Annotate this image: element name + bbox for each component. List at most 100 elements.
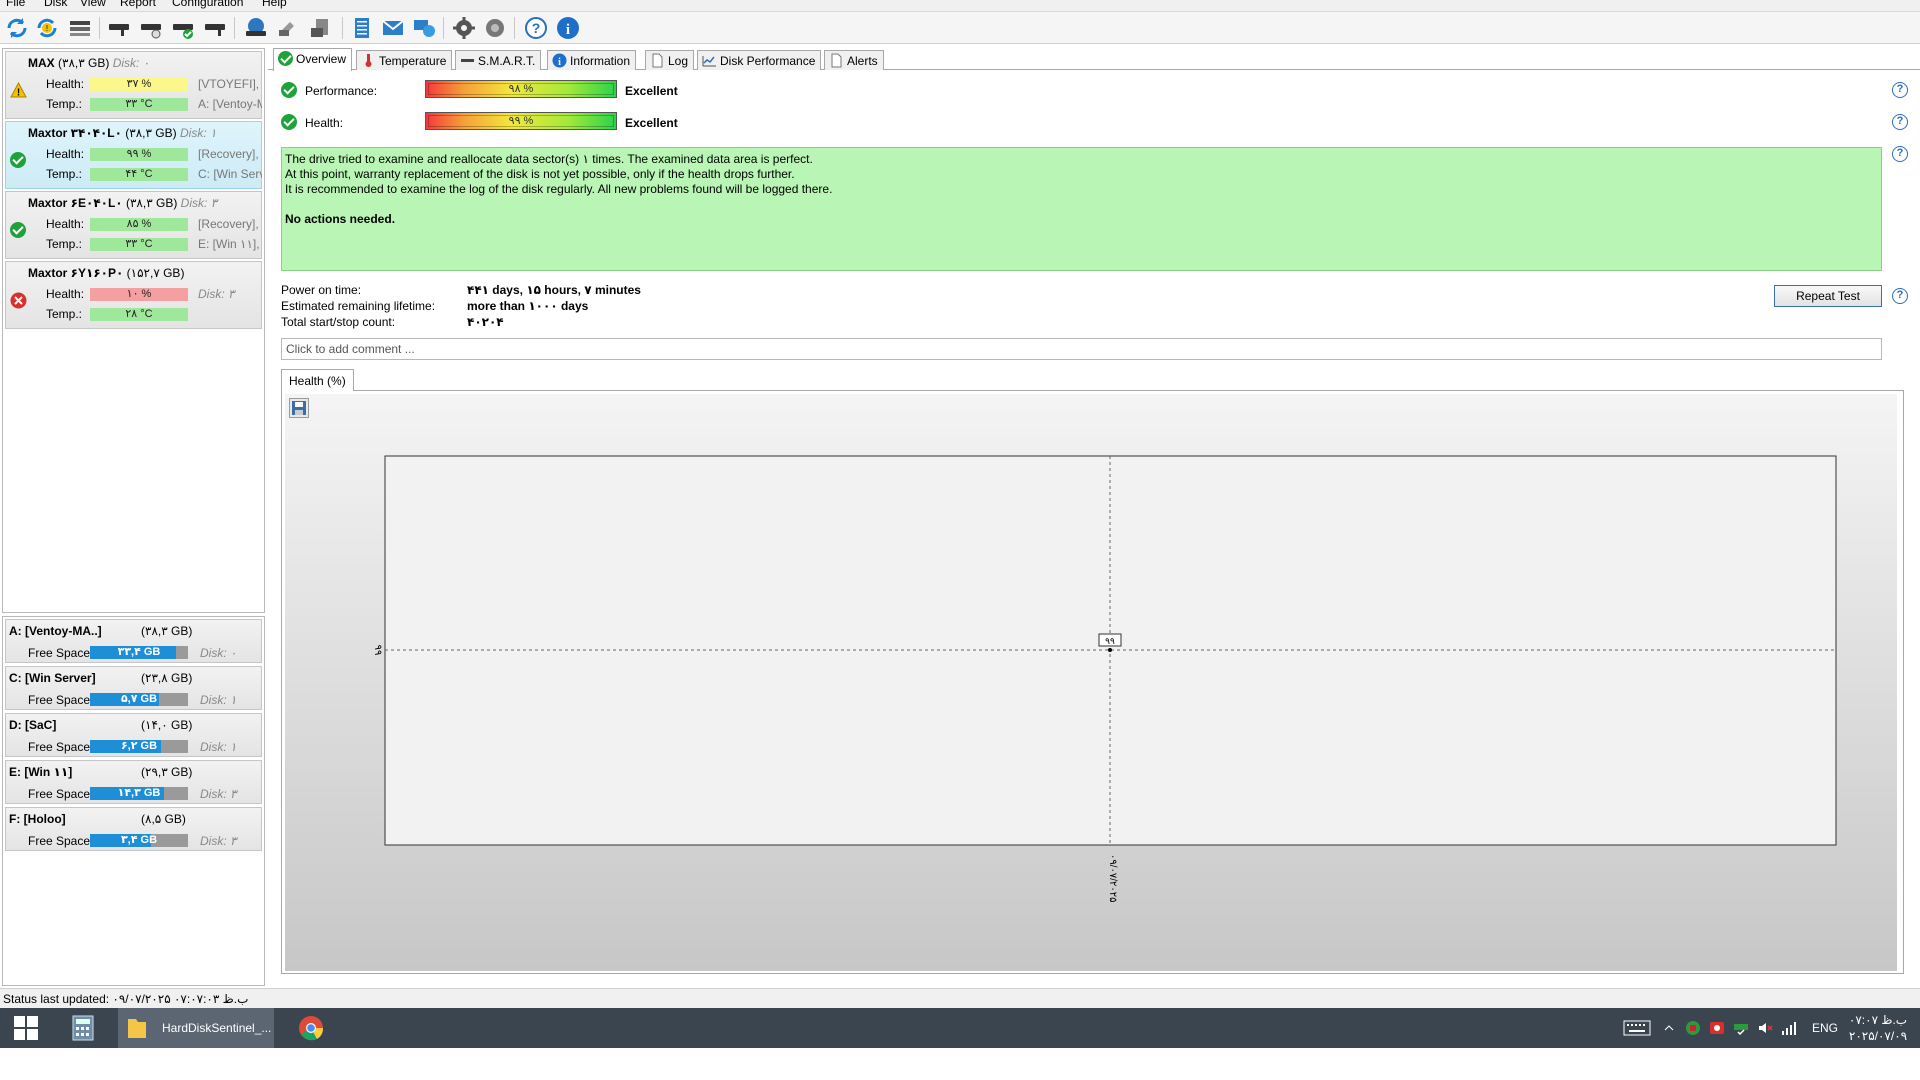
- menu-disk[interactable]: Disk: [44, 0, 67, 9]
- disk-list-icon[interactable]: [67, 15, 93, 41]
- volume-size: (۲۹,۳ GB): [141, 765, 193, 779]
- comment-field[interactable]: Click to add comment ...: [281, 338, 1882, 360]
- harddisksentinel-taskbar-button[interactable]: HardDiskSentinel_...: [118, 1008, 274, 1048]
- free-space-label: Free Space: [28, 740, 91, 754]
- free-space-bar: ۳۳,۴ GB: [90, 646, 188, 659]
- volume-disk: Disk: ۳: [200, 787, 237, 801]
- volume-size: (۲۳,۸ GB): [141, 671, 193, 685]
- globe-disk-icon[interactable]: [243, 15, 269, 41]
- keyboard-icon[interactable]: [1622, 1008, 1652, 1048]
- health-bar: ۸۵ %: [90, 218, 188, 231]
- volume-card[interactable]: D: [SaC] (۱۴,۰ GB) Free Space ۶,۲ GB Dis…: [5, 713, 262, 757]
- health-value: ۹۹ %: [126, 148, 152, 160]
- refresh-icon[interactable]: [4, 15, 30, 41]
- tab-smart[interactable]: S.M.A.R.T.: [455, 50, 542, 70]
- menu-view[interactable]: View: [80, 0, 106, 9]
- status-bar: Status last updated: ۰۹/۰۷/۲۰۲۵ ۰۷:۰۷:۰۳…: [0, 988, 1920, 1008]
- help-icon[interactable]: ?: [1892, 288, 1908, 304]
- gear-icon[interactable]: [451, 15, 477, 41]
- help-icon[interactable]: ?: [1892, 114, 1908, 130]
- tab-health-graph[interactable]: Health (%): [281, 369, 354, 391]
- volume-size: (۱۴,۰ GB): [141, 718, 193, 732]
- health-ok-icon: [281, 114, 297, 130]
- disk-name: Maxtor ۳۴۰۴۰L۰: [28, 126, 122, 140]
- disk-search-icon[interactable]: [202, 15, 228, 41]
- tab-log[interactable]: Log: [645, 50, 695, 70]
- refresh-warning-icon[interactable]: !: [34, 15, 60, 41]
- health-label: Health:: [305, 116, 344, 130]
- disk-card[interactable]: MAX (۳۸,۳ GB) Disk: ۰ ! Health: ۳۷ % [VT…: [5, 51, 262, 119]
- desktop-strip: [0, 1048, 1920, 1080]
- toolbar: ! ? i: [0, 12, 1920, 44]
- disk-card[interactable]: Maxtor ۶Y۱۶۰P۰ (۱۵۲,۷ GB) Health: ۱۰ % D…: [5, 261, 262, 329]
- tab-overview[interactable]: Overview: [273, 48, 353, 71]
- free-space-value: ۱۴,۳ GB: [117, 787, 161, 799]
- health-bar: ۱۰ %: [90, 288, 188, 301]
- temp-label: Temp.:: [46, 237, 83, 251]
- volume-card[interactable]: E: [Win ۱۱] (۲۹,۳ GB) Free Space ۱۴,۳ GB…: [5, 760, 262, 804]
- free-space-bar: ۶,۲ GB: [90, 740, 188, 753]
- volume-info: C: [Win Server: [198, 167, 262, 181]
- repeat-test-button[interactable]: Repeat Test: [1774, 285, 1882, 307]
- tab-disk-performance[interactable]: Disk Performance: [697, 50, 822, 70]
- tab-label: Information: [570, 54, 631, 68]
- menu-configuration[interactable]: Configuration: [172, 0, 243, 9]
- volume-card[interactable]: C: [Win Server] (۲۳,۸ GB) Free Space ۵,۷…: [5, 666, 262, 710]
- mail-icon[interactable]: [380, 15, 406, 41]
- menu-help[interactable]: Help: [262, 0, 287, 9]
- network-signal-icon[interactable]: [1780, 1008, 1798, 1048]
- start-button[interactable]: [8, 1008, 44, 1048]
- svg-text:!: !: [46, 24, 48, 33]
- volume-card[interactable]: A: [Ventoy-MA..] (۳۸,۳ GB) Free Space ۳۳…: [5, 619, 262, 663]
- tray-disk-sentinel-icon[interactable]: [1732, 1008, 1750, 1048]
- menu-file[interactable]: File: [6, 0, 25, 9]
- tools-icon[interactable]: [275, 15, 301, 41]
- disk-name: Maxtor ۶E۰۴۰L۰: [28, 196, 123, 210]
- tab-temperature[interactable]: Temperature: [356, 50, 453, 70]
- disk-number: Disk: ۳: [180, 196, 218, 210]
- help-icon[interactable]: ?: [1892, 146, 1908, 162]
- tab-alerts[interactable]: Alerts: [824, 50, 884, 70]
- disk-icon[interactable]: [106, 15, 132, 41]
- temp-value: ۲۸ °C: [125, 308, 153, 320]
- help-icon[interactable]: ?: [1892, 82, 1908, 98]
- status-message-box: The drive tried to examine and reallocat…: [281, 147, 1882, 271]
- disk-size: (۳۸,۳ GB): [125, 126, 177, 140]
- menu-report[interactable]: Report: [120, 0, 156, 9]
- tab-information[interactable]: i Information: [547, 50, 637, 70]
- calculator-taskbar-button[interactable]: [68, 1008, 98, 1048]
- info-icon[interactable]: i: [555, 15, 581, 41]
- power-on-value: ۴۴۱ days, ۱۵ hours, ۷ minutes: [467, 283, 641, 297]
- speaker-icon[interactable]: [482, 15, 508, 41]
- volume-card[interactable]: F: [Holoo] (۸,۵ GB) Free Space ۳,۴ GB Di…: [5, 807, 262, 851]
- notepad-icon[interactable]: [349, 15, 375, 41]
- tray-expand-icon[interactable]: [1662, 1008, 1676, 1048]
- disk-number: Disk: ۰: [112, 56, 150, 70]
- performance-icon: [702, 56, 716, 67]
- volume-muted-icon[interactable]: [1756, 1008, 1774, 1048]
- disk-name: MAX: [28, 56, 55, 70]
- health-label: Health:: [46, 217, 85, 231]
- volume-name: A: [Ventoy-MA..]: [9, 624, 102, 638]
- chrome-taskbar-button[interactable]: [296, 1008, 326, 1048]
- language-indicator[interactable]: ENG: [1812, 1021, 1838, 1035]
- health-value: ۱۰ %: [126, 288, 152, 300]
- disk-card[interactable]: Maxtor ۶E۰۴۰L۰ (۳۸,۳ GB) Disk: ۳ Health:…: [5, 191, 262, 259]
- health-bar: ۳۷ %: [90, 78, 188, 91]
- disk-check-icon[interactable]: [170, 15, 196, 41]
- health-bar: ۹۹ %: [90, 148, 188, 161]
- start-stop-label: Total start/stop count:: [281, 315, 396, 329]
- volume-disk: Disk: ۱: [200, 693, 237, 707]
- help-icon[interactable]: ?: [523, 15, 549, 41]
- disk-card-selected[interactable]: Maxtor ۳۴۰۴۰L۰ (۳۸,۳ GB) Disk: ۱ Health:…: [5, 121, 262, 189]
- disk-stack-icon[interactable]: [307, 15, 333, 41]
- network-icon[interactable]: [411, 15, 437, 41]
- partition-info: [Recovery],: [198, 217, 259, 231]
- clock[interactable]: ۰۷:۰۷ ب.ظ ۲۰۲۵/۰۷/۰۹: [1848, 1012, 1908, 1044]
- alerts-icon: [831, 53, 842, 68]
- disk-clock-icon[interactable]: [138, 15, 164, 41]
- disk-name: Maxtor ۶Y۱۶۰P۰: [28, 266, 124, 280]
- tray-app-icon[interactable]: [1684, 1008, 1702, 1048]
- tray-record-icon[interactable]: [1708, 1008, 1726, 1048]
- free-space-value: ۶,۲ GB: [120, 740, 158, 752]
